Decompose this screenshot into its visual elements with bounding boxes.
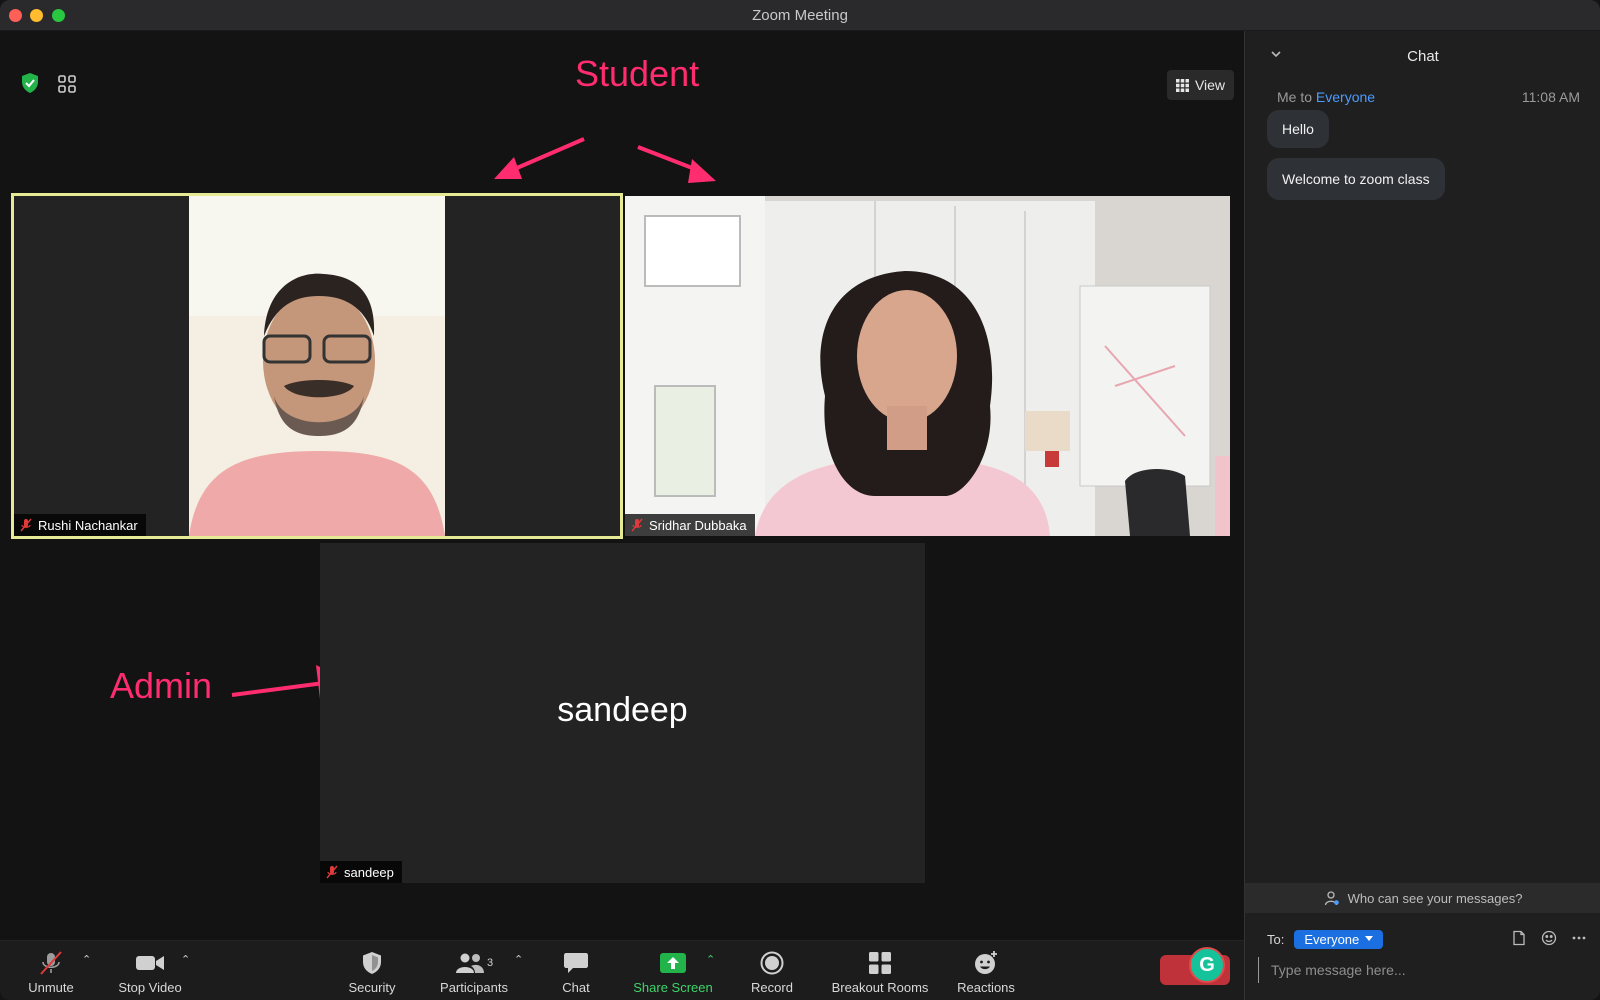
message-time: 11:08 AM [1521, 89, 1580, 105]
chat-bubble-icon [560, 949, 592, 977]
recipient-row: To: Everyone [1267, 928, 1587, 950]
nameplate-rushi: Rushi Nachankar [14, 514, 146, 536]
participants-button[interactable]: 3 Participants [434, 941, 514, 1000]
audio-options-caret-icon[interactable]: ⌃ [82, 953, 91, 966]
share-screen-button[interactable]: Share Screen [628, 941, 718, 1000]
file-icon[interactable] [1511, 930, 1527, 946]
unmute-button[interactable]: Unmute [20, 941, 82, 1000]
shield-icon [356, 949, 388, 977]
chat-panel: Chat Me to Everyone 11:08 AM Hello Welco… [1244, 31, 1600, 1000]
breakout-rooms-label: Breakout Rooms [831, 980, 929, 995]
view-button[interactable]: View [1167, 70, 1234, 100]
chat-button[interactable]: Chat [556, 941, 596, 1000]
reactions-emoji-icon [970, 949, 1002, 977]
muted-mic-icon [35, 949, 67, 977]
participant-name: Sridhar Dubbaka [649, 517, 747, 533]
chat-title: Chat [1407, 48, 1439, 65]
encryption-shield-icon[interactable] [18, 71, 42, 95]
stop-video-label: Stop Video [118, 980, 182, 995]
view-button-label: View [1194, 77, 1226, 93]
record-label: Record [751, 980, 793, 995]
chat-actions [1511, 930, 1587, 946]
nameplate-sridhar: Sridhar Dubbaka [625, 514, 755, 536]
annotation-arrows-student [494, 137, 716, 183]
security-button[interactable]: Security [340, 941, 404, 1000]
participant-video [625, 196, 1230, 536]
meeting-toolbar: Unmute ⌃ Stop Video ⌃ Security 3 Partici… [0, 940, 1244, 1000]
muted-mic-icon [631, 518, 643, 532]
breakout-rooms-icon [864, 949, 896, 977]
annotation-admin: Admin [110, 665, 213, 706]
record-button[interactable]: Record [748, 941, 796, 1000]
person-icon [1324, 891, 1339, 906]
chat-label: Chat [562, 980, 590, 995]
participants-options-caret-icon[interactable]: ⌃ [514, 953, 523, 966]
who-can-see-label: Who can see your messages? [1347, 890, 1523, 906]
message-recipient-link[interactable]: Everyone [1316, 89, 1375, 105]
message-sender: Me to [1277, 89, 1313, 105]
video-tile-sridhar[interactable]: Sridhar Dubbaka [625, 196, 1230, 536]
stop-video-button[interactable]: Stop Video [112, 941, 188, 1000]
share-screen-label: Share Screen [633, 980, 713, 995]
nameplate-sandeep: sandeep [320, 861, 402, 883]
more-options-icon[interactable] [1571, 930, 1587, 946]
video-options-caret-icon[interactable]: ⌃ [181, 953, 190, 966]
caret-down-icon [1365, 936, 1374, 941]
meeting-info-grid-icon[interactable] [56, 73, 78, 95]
reactions-label: Reactions [957, 980, 1015, 995]
breakout-rooms-button[interactable]: Breakout Rooms [826, 941, 934, 1000]
chat-message[interactable]: Welcome to zoom class [1267, 158, 1445, 200]
annotation-student: Student [575, 53, 700, 94]
title-bar: Zoom Meeting [0, 0, 1600, 31]
video-tile-rushi[interactable]: Rushi Nachankar [11, 193, 623, 539]
record-icon [756, 949, 788, 977]
who-can-see-messages-link[interactable]: Who can see your messages? [1245, 883, 1600, 913]
message-meta: Me to Everyone [1277, 89, 1375, 105]
video-camera-icon [134, 949, 166, 977]
chat-message[interactable]: Hello [1267, 110, 1329, 148]
participants-count: 3 [486, 957, 494, 969]
video-off-display-name: sandeep [557, 691, 688, 729]
muted-mic-icon [20, 518, 32, 532]
reactions-button[interactable]: Reactions [954, 941, 1018, 1000]
emoji-icon[interactable] [1541, 930, 1557, 946]
video-stage: View Student Admin Rushi Nachankar Sridh… [0, 31, 1244, 940]
zoom-window: Zoom Meeting View Student Admin Rushi Na… [0, 0, 1600, 1000]
share-options-caret-icon[interactable]: ⌃ [706, 953, 715, 966]
participant-video [14, 196, 620, 536]
participants-label: Participants [440, 980, 508, 995]
chat-message-input[interactable] [1258, 957, 1588, 983]
to-label: To: [1267, 931, 1285, 947]
muted-mic-icon [326, 865, 338, 879]
participant-name: sandeep [344, 864, 394, 880]
window-title: Zoom Meeting [752, 7, 848, 24]
gallery-grid-icon [1175, 78, 1189, 92]
participant-name: Rushi Nachankar [38, 517, 138, 533]
share-screen-icon [657, 949, 689, 977]
participants-icon: 3 [450, 949, 498, 977]
unmute-label: Unmute [28, 980, 74, 995]
video-tile-sandeep[interactable]: sandeep sandeep [320, 543, 925, 883]
chat-header: Chat [1245, 31, 1600, 81]
grammarly-icon[interactable]: G [1189, 947, 1225, 983]
security-label: Security [348, 980, 396, 995]
recipient-dropdown[interactable]: Everyone [1294, 929, 1384, 949]
recipient-dropdown-label: Everyone [1304, 931, 1360, 947]
